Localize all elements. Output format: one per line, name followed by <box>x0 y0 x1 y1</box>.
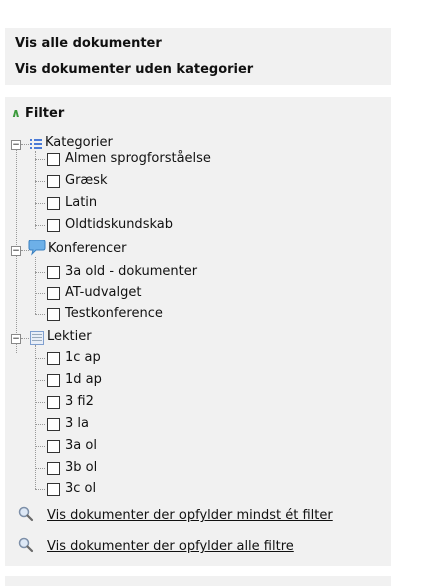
item-label: Oldtidskundskab <box>65 217 173 232</box>
tree-line <box>35 468 45 469</box>
filter-tree: − Kategorier Almen sprogforståelse Græsk… <box>5 97 391 517</box>
checkbox-lektie-1[interactable] <box>47 374 60 387</box>
tree-line <box>35 489 45 490</box>
collapse-toggle-konferencer[interactable]: − <box>11 246 21 256</box>
group-label-kategorier: Kategorier <box>45 135 113 150</box>
item-label: 3b ol <box>65 460 98 475</box>
checkbox-lektie-0[interactable] <box>47 352 60 365</box>
item-label: 1d ap <box>65 372 102 387</box>
tree-line <box>35 402 45 403</box>
checkbox-kategori-3[interactable] <box>47 219 60 232</box>
tree-line <box>35 272 45 273</box>
tree-line <box>35 181 45 182</box>
filter-panel: ∧ Filter − Kategorier Almen sprogforståel… <box>5 97 391 566</box>
filter-all-link[interactable]: Vis dokumenter der opfylder alle filtre <box>47 539 294 554</box>
filter-any-link[interactable]: Vis dokumenter der opfylder mindst ét fi… <box>47 508 333 523</box>
tree-line <box>35 225 45 226</box>
group-label-lektier: Lektier <box>47 329 92 344</box>
checkbox-lektie-3[interactable] <box>47 418 60 431</box>
group-label-konferencer: Konferencer <box>48 241 127 256</box>
tree-line <box>35 446 45 447</box>
checkbox-konference-2[interactable] <box>47 308 60 321</box>
tree-line <box>21 338 29 339</box>
checkbox-lektie-4[interactable] <box>47 440 60 453</box>
tree-line <box>35 424 45 425</box>
next-panel <box>5 576 391 586</box>
checkbox-lektie-2[interactable] <box>47 396 60 409</box>
tree-line <box>35 257 36 314</box>
item-label: AT-udvalget <box>65 285 142 300</box>
document-icon <box>30 331 44 345</box>
show-uncategorized-link[interactable]: Vis dokumenter uden kategorier <box>15 62 253 77</box>
item-label: 3a ol <box>65 438 97 453</box>
tree-line <box>21 144 29 145</box>
checkbox-konference-1[interactable] <box>47 287 60 300</box>
tree-line <box>35 293 45 294</box>
tree-line <box>35 314 45 315</box>
item-label: 3c ol <box>65 481 97 496</box>
checkbox-lektie-5[interactable] <box>47 462 60 475</box>
item-label: 3a old - dokumenter <box>65 264 198 279</box>
magnifier-icon <box>18 537 34 553</box>
checkbox-kategori-1[interactable] <box>47 175 60 188</box>
collapse-toggle-kategorier[interactable]: − <box>11 140 21 150</box>
magnifier-icon <box>18 506 34 522</box>
item-label: Latin <box>65 195 98 210</box>
item-label: Græsk <box>65 173 108 188</box>
tree-line <box>35 203 45 204</box>
item-label: 3 la <box>65 416 89 431</box>
tree-line <box>35 358 45 359</box>
tree-line <box>35 151 36 229</box>
tree-line <box>35 380 45 381</box>
checkbox-lektie-6[interactable] <box>47 483 60 496</box>
checkbox-kategori-2[interactable] <box>47 197 60 210</box>
collapse-toggle-lektier[interactable]: − <box>11 334 21 344</box>
list-icon <box>30 139 42 149</box>
tree-line <box>35 159 45 160</box>
checkbox-kategori-0[interactable] <box>47 153 60 166</box>
item-label: Testkonference <box>65 306 163 321</box>
item-label: 3 fi2 <box>65 394 94 409</box>
show-all-documents-link[interactable]: Vis alle dokumenter <box>15 36 162 51</box>
checkbox-konference-0[interactable] <box>47 266 60 279</box>
speech-bubble-icon <box>28 240 46 256</box>
top-links-panel: Vis alle dokumenter Vis dokumenter uden … <box>5 28 391 85</box>
item-label: Almen sprogforståelse <box>65 151 211 166</box>
item-label: 1c ap <box>65 350 101 365</box>
